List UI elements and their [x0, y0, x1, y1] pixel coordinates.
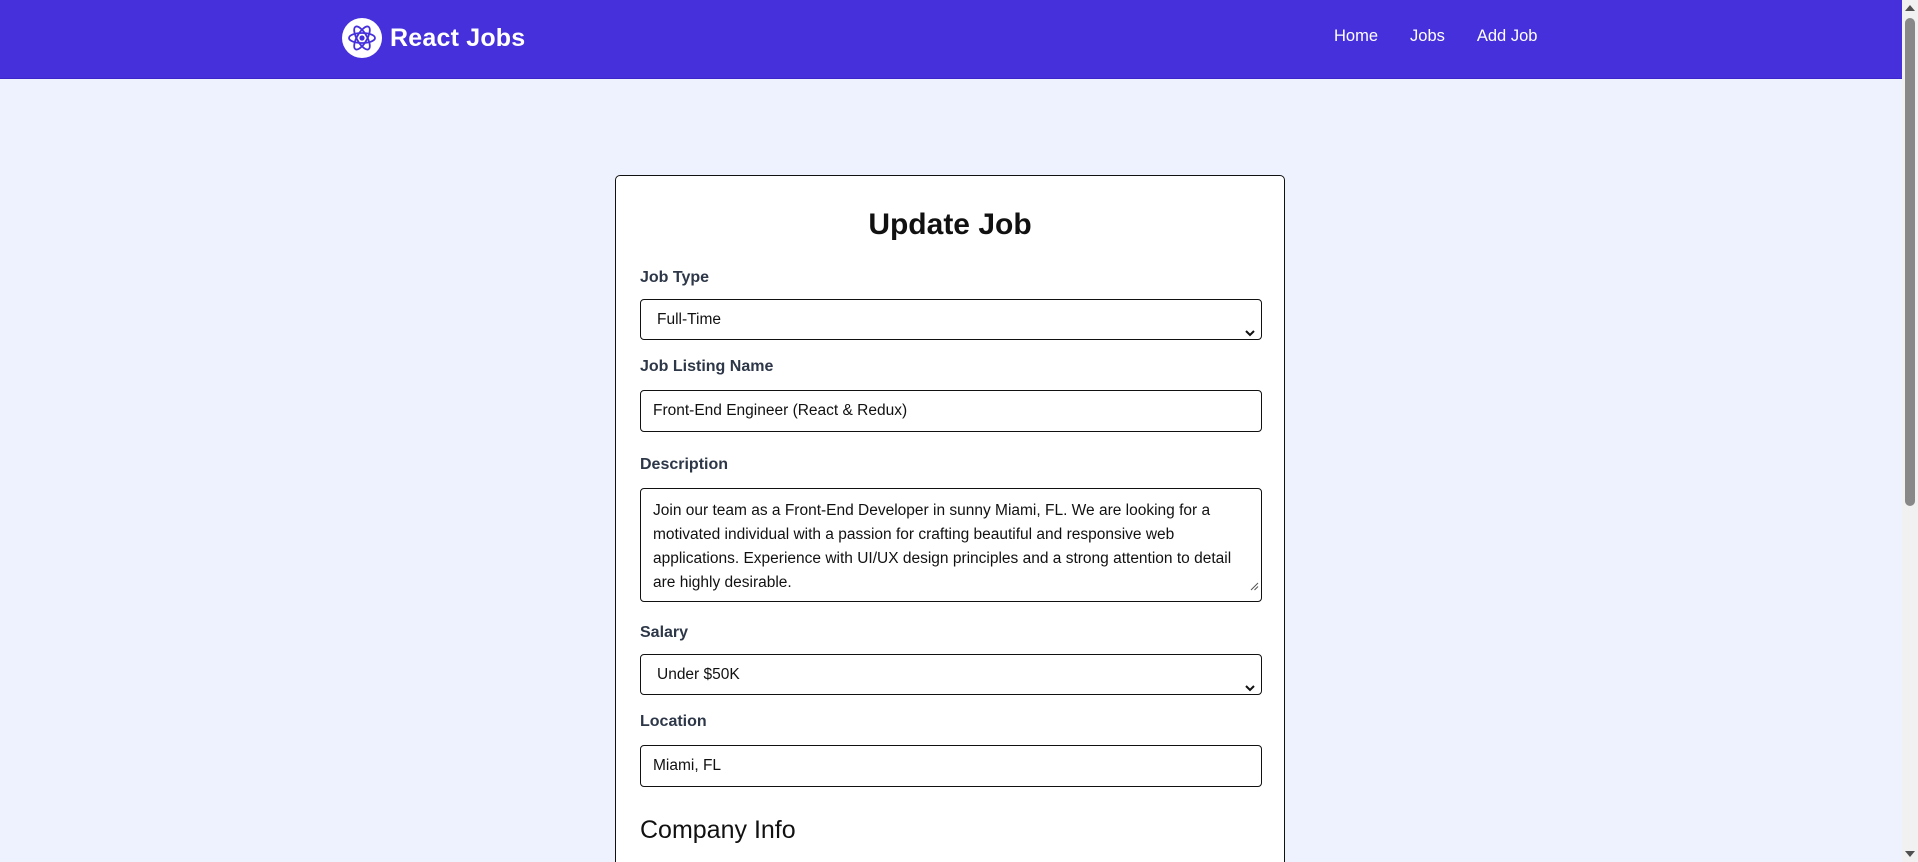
- brand-link[interactable]: React Jobs: [342, 18, 525, 58]
- scroll-down-arrow-icon[interactable]: [1905, 851, 1915, 857]
- salary-value: Under $50K: [657, 666, 740, 683]
- chevron-down-icon: [1245, 314, 1255, 353]
- description-label: Description: [640, 456, 729, 473]
- nav-home-link[interactable]: Home: [1334, 27, 1378, 46]
- top-navbar: React Jobs Home Jobs Add Job: [0, 0, 1902, 79]
- location-value: Miami, FL: [653, 757, 722, 774]
- nav-jobs-link[interactable]: Jobs: [1410, 27, 1445, 46]
- main-nav: Home Jobs Add Job: [1334, 27, 1537, 46]
- salary-label: Salary: [640, 624, 689, 641]
- chevron-down-icon: [1245, 669, 1255, 708]
- job-listing-name-value: Front-End Engineer (React & Redux): [653, 402, 908, 419]
- brand-title: React Jobs: [390, 23, 526, 52]
- location-input[interactable]: Miami, FL: [640, 745, 1262, 787]
- job-listing-name-label: Job Listing Name: [640, 358, 774, 375]
- nav-add-job-link[interactable]: Add Job: [1477, 27, 1538, 46]
- location-label: Location: [640, 713, 707, 730]
- scroll-up-arrow-icon[interactable]: [1905, 5, 1915, 11]
- job-listing-name-input[interactable]: Front-End Engineer (React & Redux): [640, 390, 1262, 432]
- job-type-select[interactable]: Full-Time: [640, 299, 1262, 340]
- page-scrollbar[interactable]: [1902, 0, 1918, 862]
- page-title: Update Job: [868, 208, 1032, 241]
- resize-handle-icon[interactable]: [1250, 575, 1259, 599]
- update-job-form-card: Update Job Job Type Full-Time Job Listin…: [615, 175, 1285, 862]
- description-value: Join our team as a Front-End Developer i…: [653, 502, 1232, 591]
- scrollbar-thumb[interactable]: [1905, 18, 1915, 506]
- description-textarea[interactable]: Join our team as a Front-End Developer i…: [640, 488, 1262, 602]
- company-info-heading: Company Info: [640, 816, 796, 844]
- job-type-value: Full-Time: [657, 311, 722, 328]
- salary-select[interactable]: Under $50K: [640, 654, 1262, 695]
- job-type-label: Job Type: [640, 269, 710, 286]
- react-atom-icon: [342, 18, 382, 58]
